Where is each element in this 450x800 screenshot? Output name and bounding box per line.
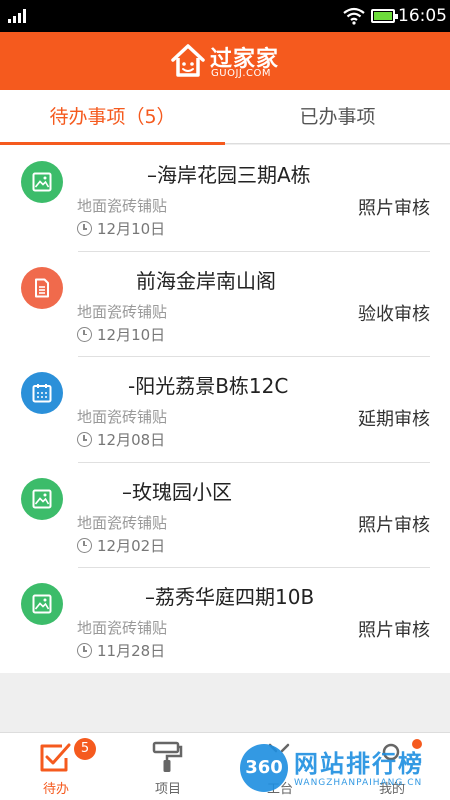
- clock-icon: [77, 643, 92, 659]
- brand-logo: 过家家 GUOJJ.COM: [170, 40, 290, 84]
- task-category: 地面瓷砖铺贴: [77, 619, 168, 638]
- image-icon: [21, 161, 63, 203]
- clock-icon: [77, 221, 92, 236]
- image-icon: [21, 477, 63, 520]
- document-icon: [21, 266, 63, 309]
- task-category: 地面瓷砖铺贴: [77, 197, 168, 215]
- task-list: –海岸花园三期A栋 地面瓷砖铺贴 12月10日 照片审核 前海金岸南山阁 地面瓷…: [0, 145, 450, 673]
- task-status: 照片审核: [358, 198, 430, 219]
- clock-icon: [77, 326, 92, 342]
- task-list-item[interactable]: –荔秀华庭四期10B 地面瓷砖铺贴 11月28日 照片审核: [0, 567, 450, 673]
- task-list-item[interactable]: 前海金岸南山阁 地面瓷砖铺贴 12月10日 验收审核: [0, 250, 450, 357]
- task-status: 照片审核: [358, 514, 430, 536]
- task-status: 照片审核: [358, 620, 430, 642]
- status-bar: 16:05: [0, 0, 450, 32]
- task-date: 12月02日: [97, 536, 166, 555]
- task-category: 地面瓷砖铺贴: [77, 513, 168, 532]
- task-list-item[interactable]: -阳光荔景B栋12C 地面瓷砖铺贴 12月08日 延期审核: [0, 356, 450, 462]
- watermark-text: 网站排行榜: [294, 750, 424, 778]
- clock-icon: [77, 537, 92, 553]
- task-list-item[interactable]: –海岸花园三期A栋 地面瓷砖铺贴 12月10日 照片审核: [0, 145, 450, 251]
- task-title: 前海金岸南山阁: [136, 268, 276, 293]
- task-date: 12月08日: [97, 431, 166, 450]
- nav-item-projects[interactable]: 项目: [112, 733, 224, 800]
- todo-count-badge: 5: [74, 738, 96, 760]
- task-title: –荔秀华庭四期10B: [145, 585, 315, 610]
- watermark-logo: 360: [240, 744, 288, 792]
- task-date: 12月10日: [97, 325, 166, 344]
- house-logo-icon: [171, 44, 205, 77]
- wifi-icon: [343, 7, 365, 25]
- status-time: 16:05: [398, 6, 447, 26]
- calendar-icon: [21, 372, 63, 415]
- clock-icon: [77, 432, 92, 448]
- image-icon: [21, 583, 63, 626]
- nav-label: 项目: [154, 782, 181, 797]
- battery-icon: [371, 9, 398, 23]
- task-category: 地面瓷砖铺贴: [77, 302, 168, 321]
- task-category: 地面瓷砖铺贴: [77, 408, 168, 427]
- task-date: 12月10日: [97, 220, 166, 238]
- task-title: -阳光荔景B栋12C: [128, 374, 289, 399]
- nav-label: 待办: [42, 782, 69, 797]
- tab-completed[interactable]: 已办事项: [225, 90, 450, 144]
- task-title: –海岸花园三期A栋: [147, 163, 311, 187]
- task-date: 11月28日: [97, 642, 166, 661]
- task-title: –玫瑰园小区: [122, 479, 232, 504]
- brand-domain: GUOJJ.COM: [211, 68, 271, 79]
- task-tabs: 待办事项（5） 已办事项: [0, 90, 450, 145]
- signal-icon: [8, 9, 26, 23]
- watermark-url: WANGZHANPAIHANG.CN: [294, 778, 423, 788]
- task-status: 延期审核: [358, 409, 430, 431]
- tab-pending[interactable]: 待办事项（5）: [0, 90, 225, 145]
- nav-item-todo[interactable]: 5 待办: [0, 733, 112, 800]
- paint-roller-icon: [152, 741, 183, 772]
- app-header: 过家家 GUOJJ.COM: [0, 32, 450, 90]
- checkbox-edit-icon: [40, 743, 71, 772]
- task-list-item[interactable]: –玫瑰园小区 地面瓷砖铺贴 12月02日 照片审核: [0, 461, 450, 568]
- task-status: 验收审核: [358, 303, 430, 325]
- watermark: 360 网站排行榜 WANGZHANPAIHANG.CN: [240, 742, 450, 800]
